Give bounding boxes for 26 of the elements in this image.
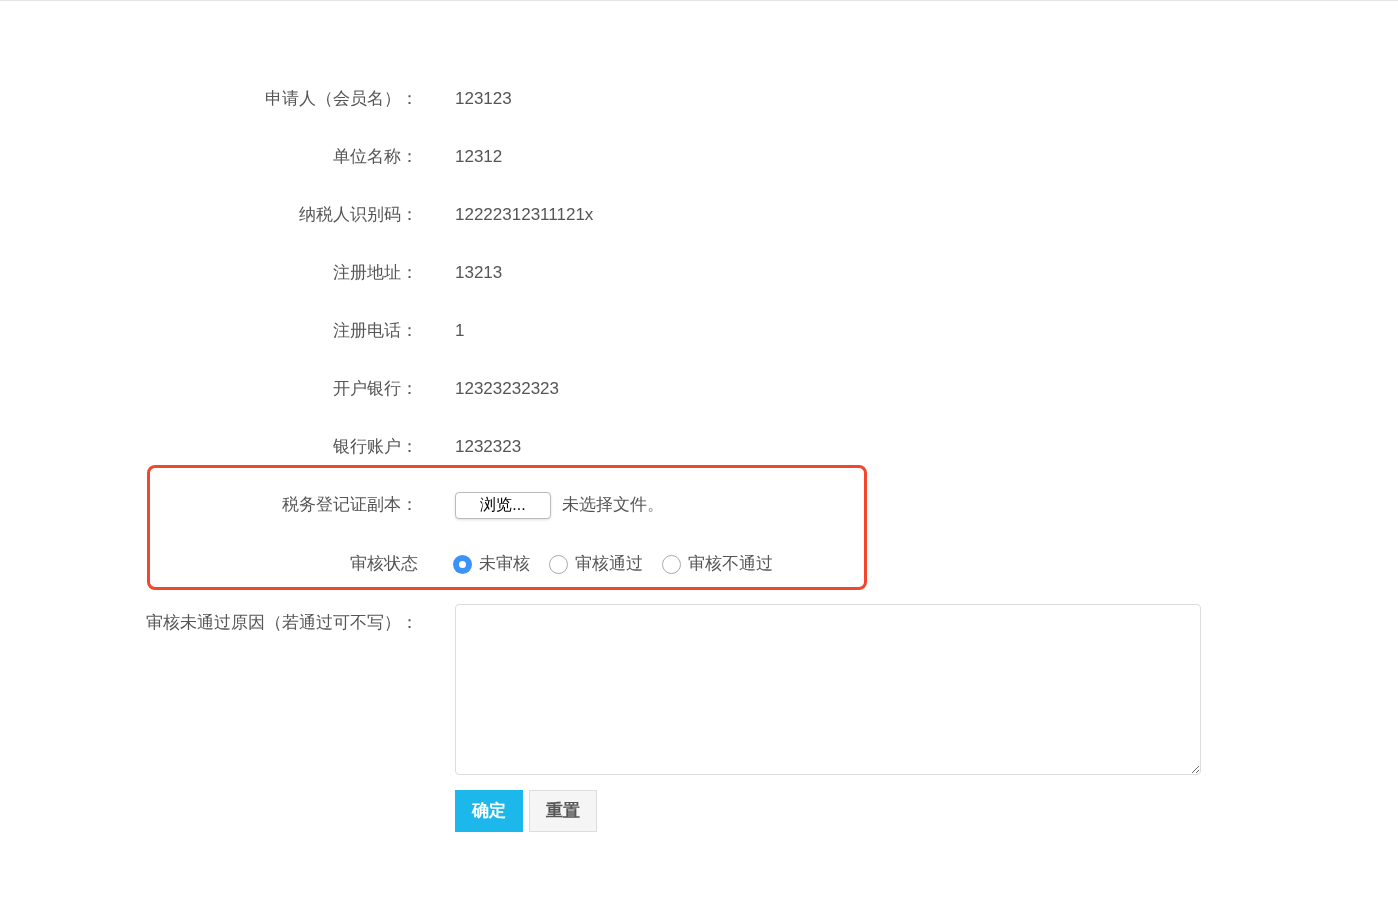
radio-label: 审核通过 <box>575 553 643 576</box>
field-value: 1 <box>455 320 465 343</box>
field-label: 税务登记证副本： <box>282 495 418 515</box>
radio-button[interactable] <box>549 554 568 574</box>
radio-button[interactable] <box>453 554 472 574</box>
field-label: 开户银行： <box>333 379 418 399</box>
radio-button[interactable] <box>662 554 681 574</box>
file-status: 未选择文件。 <box>562 494 664 517</box>
field-label: 单位名称： <box>333 147 418 167</box>
field-value: 123123 <box>455 88 512 111</box>
browse-button[interactable]: 浏览... <box>455 491 551 519</box>
field-label: 注册地址： <box>333 263 418 283</box>
reset-button[interactable]: 重置 <box>529 790 597 832</box>
radio-label: 未审核 <box>479 553 530 576</box>
field-label: 注册电话： <box>333 321 418 341</box>
field-value: 12222312311121x <box>455 204 594 227</box>
field-value: 1232323 <box>455 436 522 459</box>
field-value: 13213 <box>455 262 503 285</box>
field-label: 审核状态 <box>350 554 418 574</box>
field-label: 申请人（会员名）： <box>265 89 418 109</box>
field-value: 12323232323 <box>455 378 559 401</box>
field-label: 审核未通过原因（若通过可不写）： <box>146 613 418 632</box>
radio-label: 审核不通过 <box>688 553 773 576</box>
field-label: 纳税人识别码： <box>299 205 418 225</box>
field-value: 12312 <box>455 146 503 169</box>
field-label: 银行账户： <box>333 437 418 457</box>
